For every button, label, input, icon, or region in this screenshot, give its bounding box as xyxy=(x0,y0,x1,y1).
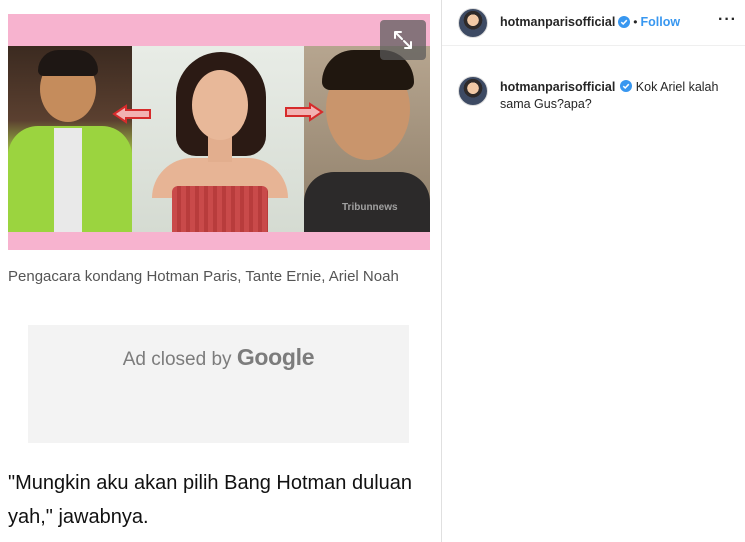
post-caption: hotmanparisofficial Kok Ariel kalah sama… xyxy=(500,79,730,113)
comment-avatar[interactable] xyxy=(458,76,488,106)
article-column: Tribunnews Pengacara kondang Hotman Pari… xyxy=(0,0,441,542)
header-username[interactable]: hotmanparisofficial xyxy=(500,15,615,29)
follow-button[interactable]: Follow xyxy=(641,15,681,29)
post-header: hotmanparisofficial • Follow ··· xyxy=(442,0,745,46)
verified-badge-icon xyxy=(620,80,633,92)
ad-closed-prefix: Ad closed by xyxy=(122,349,232,370)
arrow-left-icon xyxy=(112,104,151,124)
expand-button[interactable] xyxy=(380,20,426,60)
photo-collage: Tribunnews xyxy=(8,46,430,232)
avatar[interactable] xyxy=(458,8,488,38)
google-logo: Google xyxy=(236,344,315,370)
ad-closed-box: Ad closed by Google xyxy=(28,325,409,443)
article-quote: "Mungkin aku akan pilih Bang Hotman dulu… xyxy=(8,472,413,528)
photo-ariel-noah: Tribunnews xyxy=(304,46,430,232)
image-caption: Pengacara kondang Hotman Paris, Tante Er… xyxy=(8,268,399,285)
header-separator: • xyxy=(633,15,638,29)
arrow-right-icon xyxy=(285,102,324,122)
expand-icon xyxy=(394,31,412,49)
verified-badge-icon xyxy=(618,16,631,28)
image-watermark: Tribunnews xyxy=(342,202,398,213)
photo-tante-ernie xyxy=(132,46,304,232)
ad-closed-label: Ad closed by Google xyxy=(28,344,409,371)
comment-username[interactable]: hotmanparisofficial xyxy=(500,80,615,94)
photo-hotman-paris xyxy=(8,46,132,232)
article-image: Tribunnews xyxy=(8,14,430,250)
header-user-line: hotmanparisofficial • Follow xyxy=(500,15,680,29)
instagram-panel: hotmanparisofficial • Follow ··· hotmanp… xyxy=(442,0,745,542)
more-options-icon[interactable]: ··· xyxy=(718,12,737,28)
